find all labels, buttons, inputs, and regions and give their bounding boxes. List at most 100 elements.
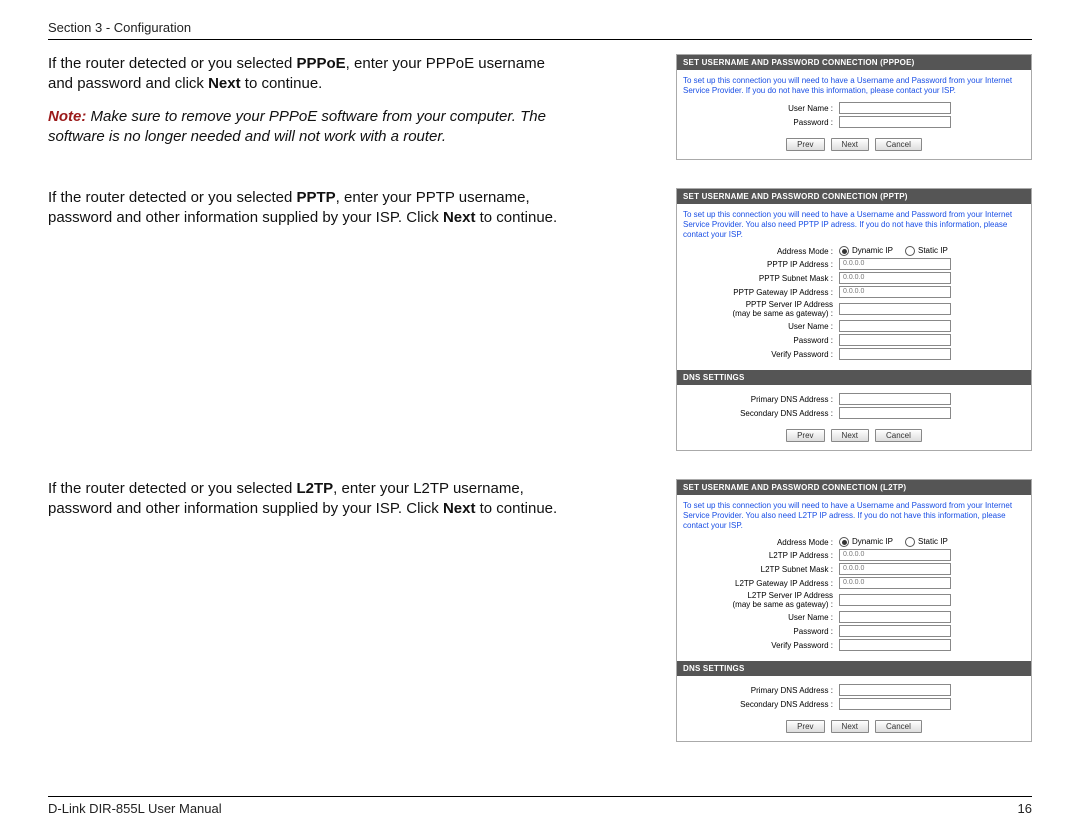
text-input[interactable]: 0.0.0.0	[839, 258, 951, 270]
text-input[interactable]	[839, 334, 951, 346]
form-row: User Name :	[683, 611, 1025, 623]
note-paragraph: Note: Make sure to remove your PPPoE sof…	[48, 107, 568, 148]
panel-title: SET USERNAME AND PASSWORD CONNECTION (PP…	[677, 189, 1031, 204]
doc-row: If the router detected or you selected P…	[48, 188, 1032, 451]
field-label: Primary DNS Address :	[683, 686, 839, 695]
cancel-button[interactable]: Cancel	[875, 138, 922, 151]
text-input[interactable]: 0.0.0.0	[839, 549, 951, 561]
field-label: Secondary DNS Address :	[683, 700, 839, 709]
text-input[interactable]	[839, 611, 951, 623]
prev-button[interactable]: Prev	[786, 138, 824, 151]
input-value: 0.0.0.0	[840, 287, 950, 297]
text-input[interactable]: 0.0.0.0	[839, 272, 951, 284]
text-input[interactable]: 0.0.0.0	[839, 563, 951, 575]
text-input[interactable]	[839, 684, 951, 696]
cancel-button[interactable]: Cancel	[875, 429, 922, 442]
field-label: Password :	[683, 118, 839, 127]
input-value: 0.0.0.0	[840, 259, 950, 269]
text-input[interactable]	[839, 407, 951, 419]
panel-description: To set up this connection you will need …	[683, 76, 1025, 96]
config-panel: SET USERNAME AND PASSWORD CONNECTION (PP…	[676, 54, 1032, 160]
instruction-text: If the router detected or you selected L…	[48, 479, 588, 532]
radio-label: Dynamic IP	[852, 537, 895, 546]
radio-static-ip[interactable]	[905, 246, 915, 256]
panel-title: SET USERNAME AND PASSWORD CONNECTION (L2…	[677, 480, 1031, 495]
field-label: PPTP Subnet Mask :	[683, 274, 839, 283]
form-row: Password :	[683, 625, 1025, 637]
panel-description: To set up this connection you will need …	[683, 501, 1025, 531]
panel-title: SET USERNAME AND PASSWORD CONNECTION (PP…	[677, 55, 1031, 70]
address-mode-row: Address Mode :Dynamic IP Static IP	[683, 537, 1025, 547]
field-label: L2TP Gateway IP Address :	[683, 579, 839, 588]
text-input[interactable]: 0.0.0.0	[839, 577, 951, 589]
field-label: Password :	[683, 627, 839, 636]
field-label: User Name :	[683, 104, 839, 113]
text-input[interactable]	[839, 639, 951, 651]
radio-dynamic-ip[interactable]	[839, 246, 849, 256]
text-input[interactable]	[839, 698, 951, 710]
field-label: L2TP Server IP Address(may be same as ga…	[683, 591, 839, 609]
screenshot-column: SET USERNAME AND PASSWORD CONNECTION (PP…	[588, 54, 1032, 160]
prev-button[interactable]: Prev	[786, 429, 824, 442]
next-button[interactable]: Next	[831, 429, 869, 442]
next-button[interactable]: Next	[831, 720, 869, 733]
form-row: Verify Password :	[683, 348, 1025, 360]
screenshot-column: SET USERNAME AND PASSWORD CONNECTION (L2…	[588, 479, 1032, 742]
radio-dynamic-ip[interactable]	[839, 537, 849, 547]
button-row: Prev Next Cancel	[683, 130, 1025, 151]
field-label: L2TP IP Address :	[683, 551, 839, 560]
text-input[interactable]	[839, 625, 951, 637]
dns-title: DNS SETTINGS	[677, 661, 1031, 676]
field-label: Verify Password :	[683, 641, 839, 650]
form-row: PPTP Server IP Address(may be same as ga…	[683, 300, 1025, 318]
form-row: Verify Password :	[683, 639, 1025, 651]
instruction-paragraph: If the router detected or you selected P…	[48, 188, 568, 229]
field-label: PPTP Server IP Address(may be same as ga…	[683, 300, 839, 318]
field-label: PPTP Gateway IP Address :	[683, 288, 839, 297]
form-row: Primary DNS Address :	[683, 684, 1025, 696]
doc-row: If the router detected or you selected L…	[48, 479, 1032, 742]
footer-page-number: 16	[1018, 801, 1032, 816]
address-mode-options: Dynamic IP Static IP	[839, 537, 958, 547]
text-input[interactable]	[839, 594, 951, 606]
form-row: Secondary DNS Address :	[683, 698, 1025, 710]
form-row: L2TP Subnet Mask :0.0.0.0	[683, 563, 1025, 575]
form-row: Password :	[683, 116, 1025, 128]
form-row: L2TP Server IP Address(may be same as ga…	[683, 591, 1025, 609]
radio-label: Dynamic IP	[852, 246, 895, 255]
panel-description: To set up this connection you will need …	[683, 210, 1025, 240]
field-label: Address Mode :	[683, 538, 839, 547]
text-input[interactable]	[839, 303, 951, 315]
cancel-button[interactable]: Cancel	[875, 720, 922, 733]
radio-label: Static IP	[918, 246, 948, 255]
form-row: PPTP IP Address :0.0.0.0	[683, 258, 1025, 270]
field-label: User Name :	[683, 322, 839, 331]
config-panel: SET USERNAME AND PASSWORD CONNECTION (PP…	[676, 188, 1032, 451]
field-label: PPTP IP Address :	[683, 260, 839, 269]
text-input[interactable]	[839, 393, 951, 405]
form-row: Secondary DNS Address :	[683, 407, 1025, 419]
form-row: Primary DNS Address :	[683, 393, 1025, 405]
text-input[interactable]	[839, 320, 951, 332]
form-row: PPTP Gateway IP Address :0.0.0.0	[683, 286, 1025, 298]
form-row: L2TP Gateway IP Address :0.0.0.0	[683, 577, 1025, 589]
form-row: User Name :	[683, 320, 1025, 332]
config-panel: SET USERNAME AND PASSWORD CONNECTION (L2…	[676, 479, 1032, 742]
field-label: Secondary DNS Address :	[683, 409, 839, 418]
instruction-paragraph: If the router detected or you selected P…	[48, 54, 568, 95]
field-label: Primary DNS Address :	[683, 395, 839, 404]
text-input[interactable]	[839, 348, 951, 360]
input-value: 0.0.0.0	[840, 550, 950, 560]
text-input[interactable]	[839, 116, 951, 128]
field-label: Password :	[683, 336, 839, 345]
field-label: User Name :	[683, 613, 839, 622]
prev-button[interactable]: Prev	[786, 720, 824, 733]
input-value: 0.0.0.0	[840, 273, 950, 283]
radio-static-ip[interactable]	[905, 537, 915, 547]
next-button[interactable]: Next	[831, 138, 869, 151]
text-input[interactable]	[839, 102, 951, 114]
field-label: Address Mode :	[683, 247, 839, 256]
footer-title: D-Link DIR-855L User Manual	[48, 801, 222, 816]
dns-title: DNS SETTINGS	[677, 370, 1031, 385]
text-input[interactable]: 0.0.0.0	[839, 286, 951, 298]
